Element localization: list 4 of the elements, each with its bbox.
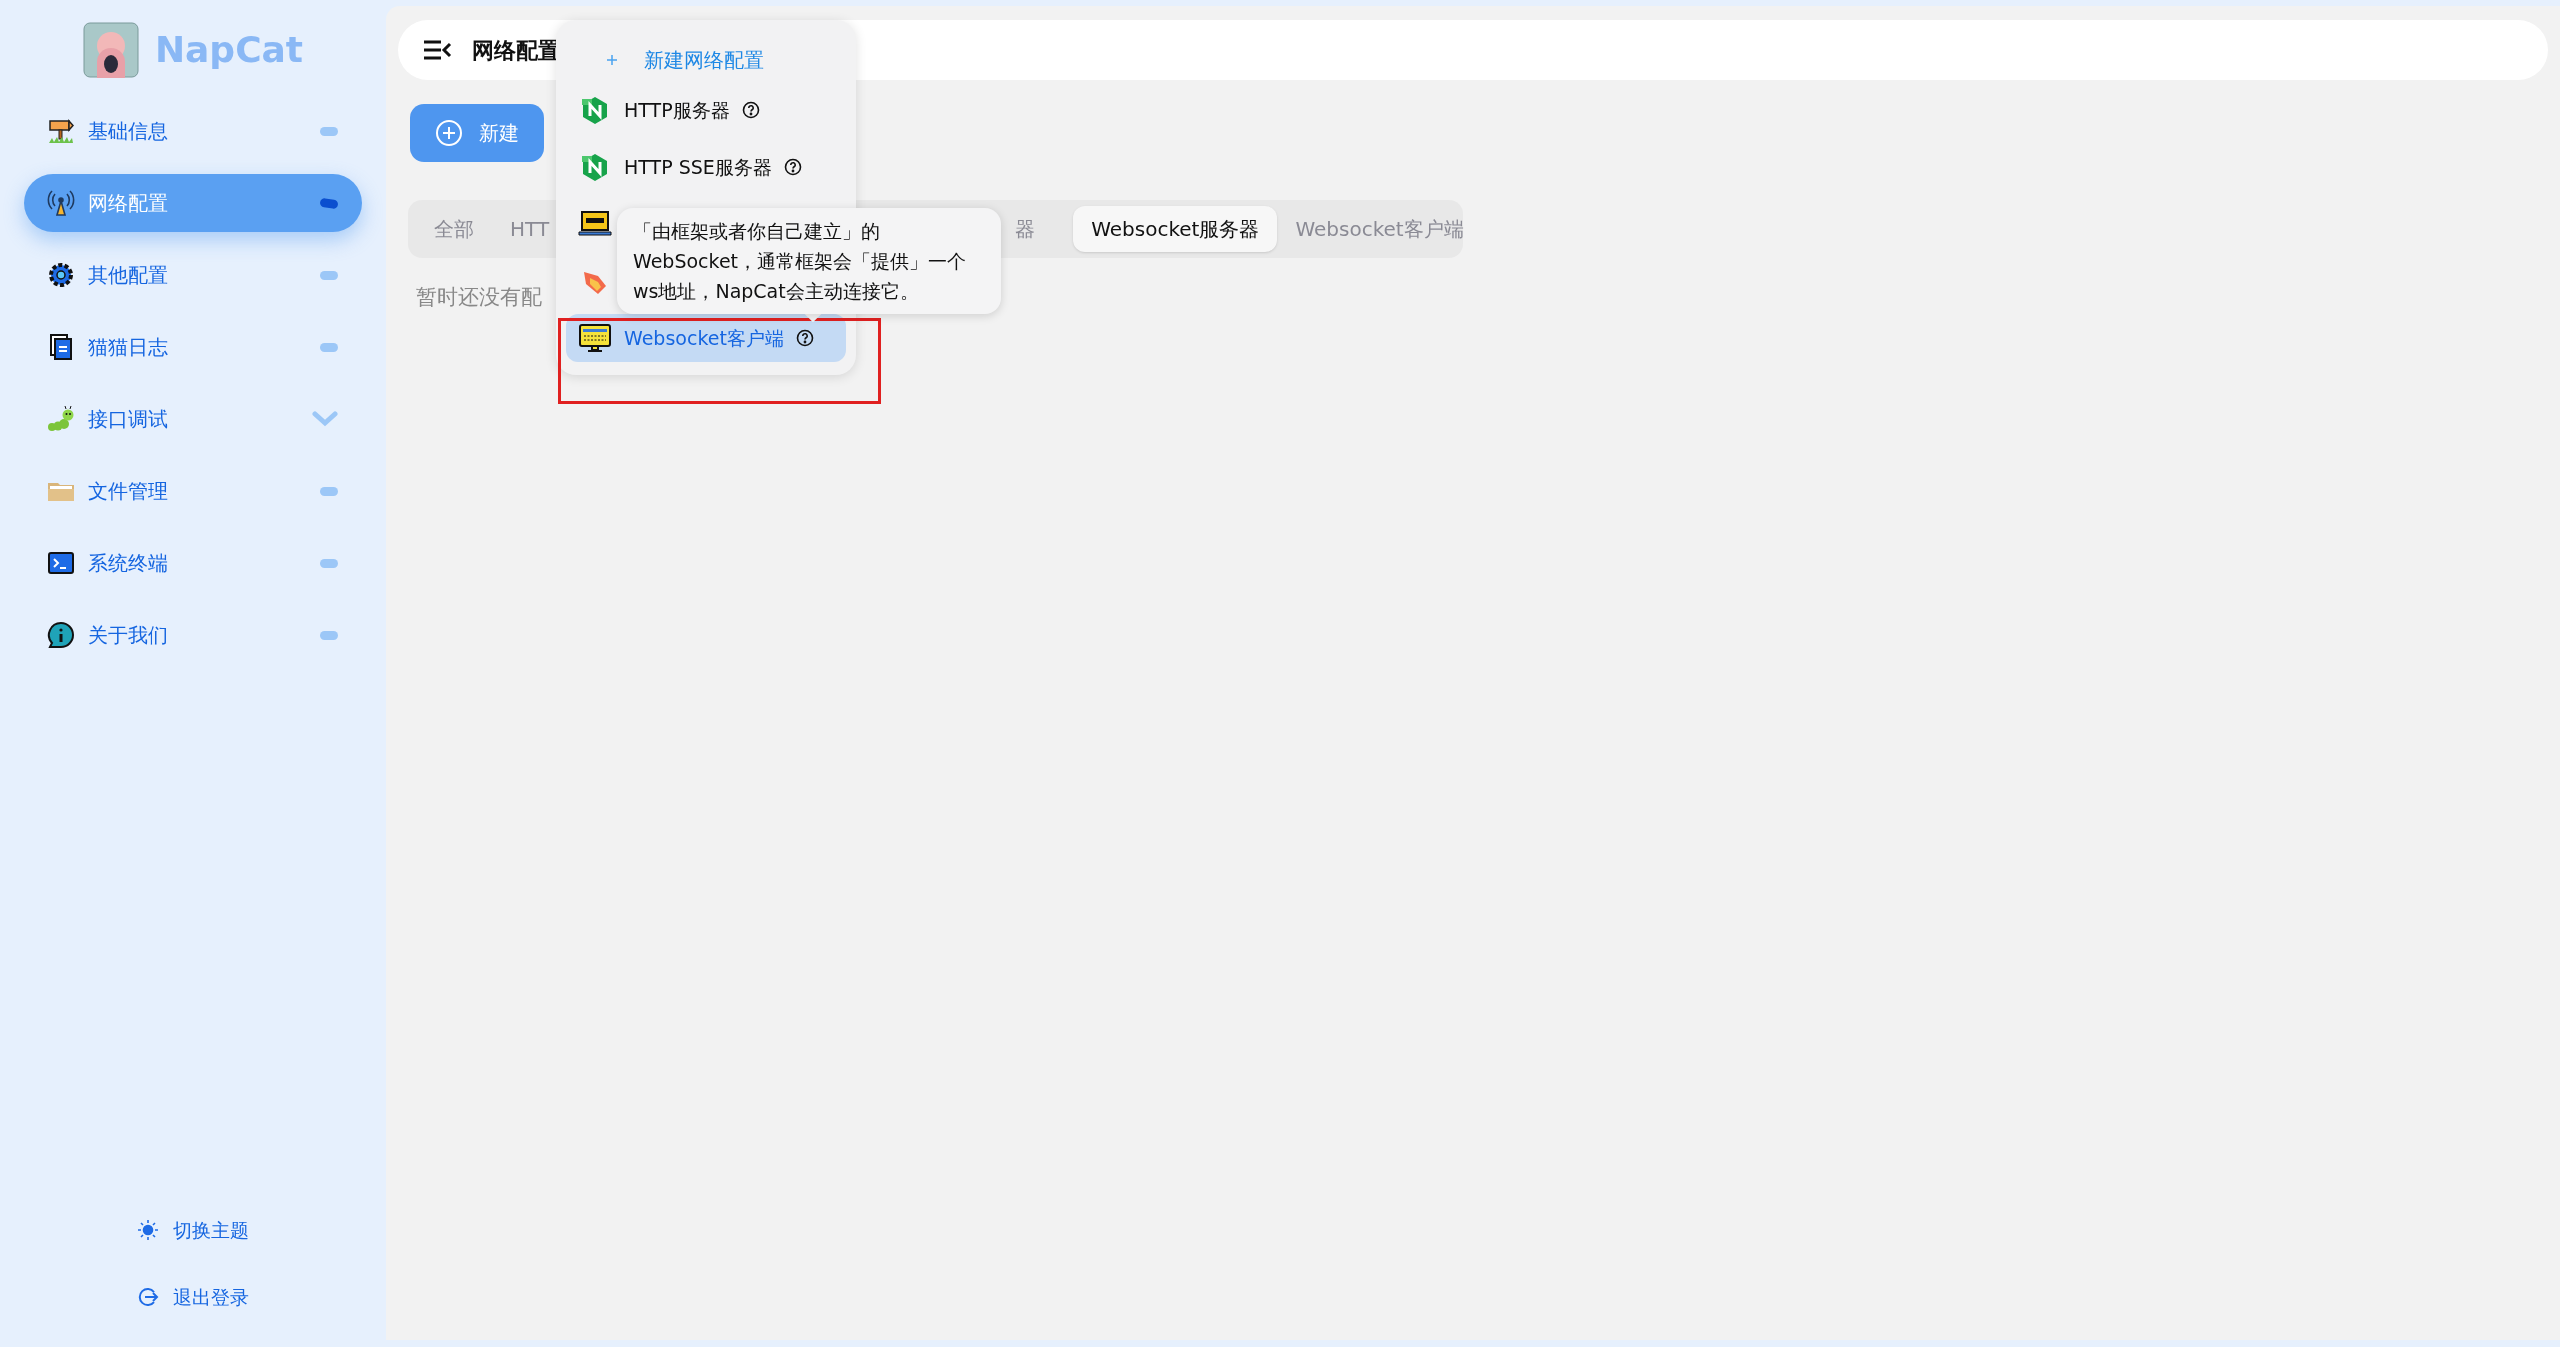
tooltip: 「由框架或者你自己建立」的WebSocket，通常框架会「提供」一个ws地址，NapCat会主动连接它。 (617, 208, 1001, 314)
brand-name: NapCat (154, 28, 304, 72)
menu-heading: 新建网络配置 (644, 47, 764, 74)
empty-message: 暂时还没有配 (416, 284, 542, 311)
